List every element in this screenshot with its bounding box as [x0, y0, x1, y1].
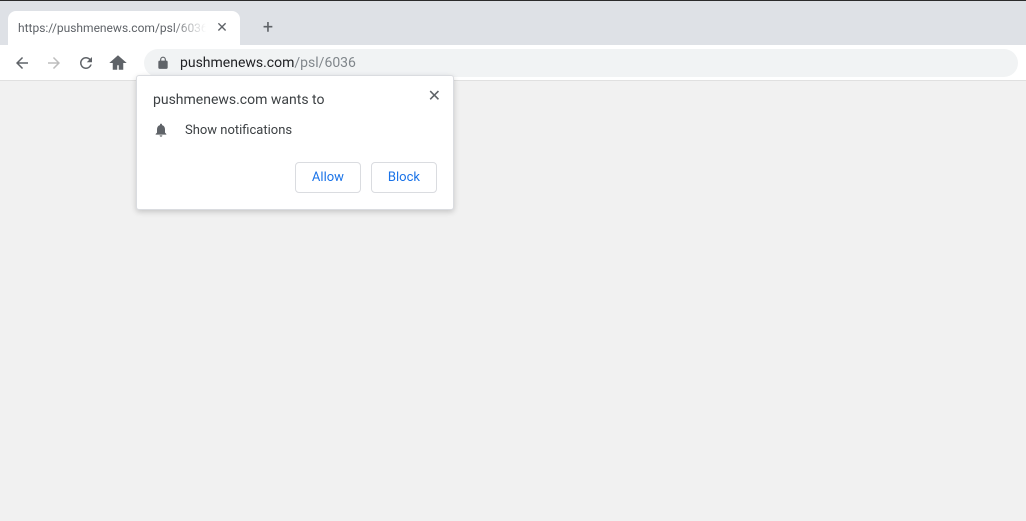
- forward-arrow-icon: [45, 54, 63, 72]
- tab-strip: https://pushmenews.com/psl/6036 ✕ +: [0, 0, 1026, 45]
- reload-icon: [77, 54, 95, 72]
- close-tab-icon[interactable]: ✕: [214, 20, 230, 36]
- back-arrow-icon: [13, 54, 31, 72]
- forward-button[interactable]: [40, 49, 68, 77]
- new-tab-button[interactable]: +: [254, 13, 282, 41]
- url-path: /psl/6036: [294, 55, 356, 71]
- url-text: pushmenews.com/psl/6036: [180, 55, 356, 71]
- close-icon[interactable]: ✕: [428, 88, 441, 104]
- popup-permission-row: Show notifications: [153, 122, 437, 138]
- allow-button[interactable]: Allow: [295, 162, 361, 193]
- reload-button[interactable]: [72, 49, 100, 77]
- back-button[interactable]: [8, 49, 36, 77]
- page-content: pushmenews.com wants to ✕ Show notificat…: [0, 81, 1026, 521]
- popup-header: pushmenews.com wants to ✕: [153, 92, 437, 108]
- address-bar[interactable]: pushmenews.com/psl/6036: [144, 49, 1018, 77]
- bell-icon: [153, 122, 169, 138]
- home-button[interactable]: [104, 49, 132, 77]
- permission-popup: pushmenews.com wants to ✕ Show notificat…: [136, 75, 454, 210]
- home-icon: [109, 54, 127, 72]
- browser-tab[interactable]: https://pushmenews.com/psl/6036 ✕: [8, 11, 240, 45]
- popup-title: pushmenews.com wants to: [153, 92, 324, 108]
- lock-icon: [156, 56, 170, 70]
- block-button[interactable]: Block: [371, 162, 437, 193]
- tab-title: https://pushmenews.com/psl/6036: [18, 21, 210, 35]
- popup-actions: Allow Block: [153, 162, 437, 193]
- url-domain: pushmenews.com: [180, 55, 294, 71]
- popup-permission-label: Show notifications: [185, 123, 292, 138]
